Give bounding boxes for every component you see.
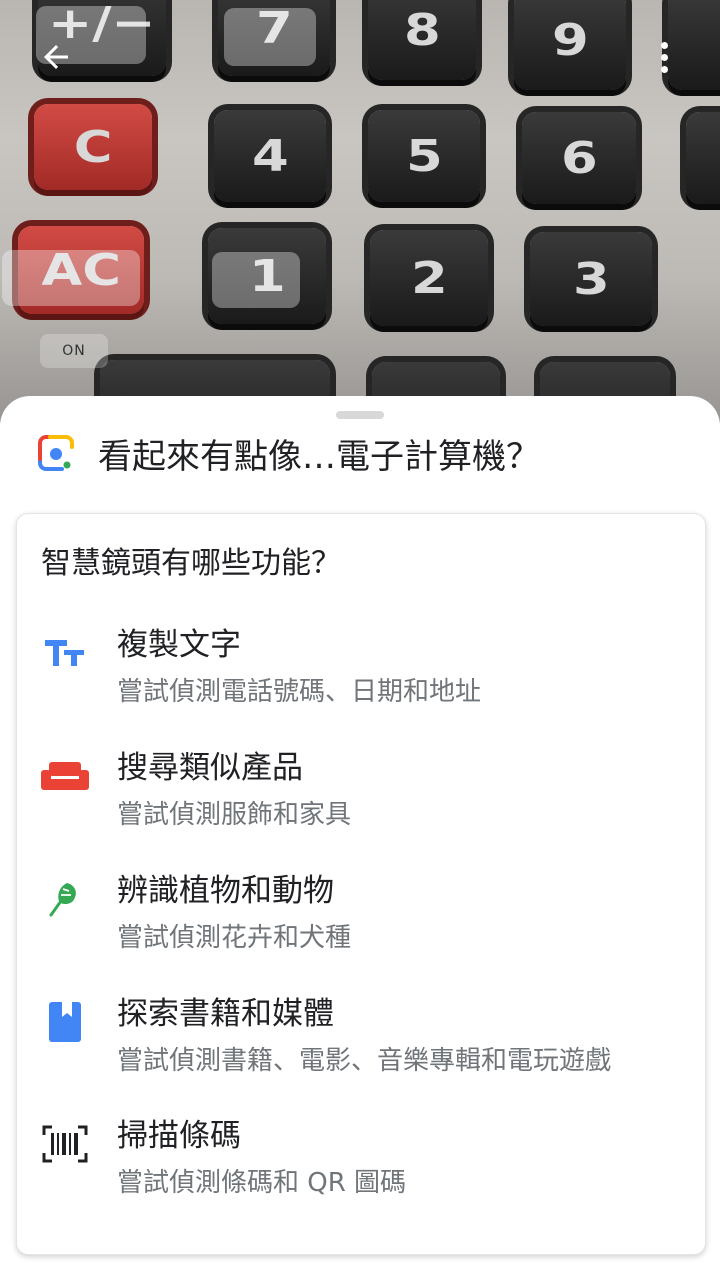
calculator-key: 4 [214, 110, 326, 202]
calculator-key: C [34, 104, 152, 190]
calculator-key: 3 [530, 232, 652, 326]
sheet-header: 看起來有點像…電子計算機？ [36, 432, 700, 477]
feature-title: 搜尋類似產品 [117, 750, 303, 786]
feature-title: 探索書籍和媒體 [117, 996, 334, 1032]
results-sheet[interactable]: 看起來有點像…電子計算機？ 智慧鏡頭有哪些功能？ 複製文字 嘗試偵測電話號碼、日… [0, 396, 720, 1280]
back-button[interactable] [24, 30, 88, 84]
calculator-key: 9 [514, 0, 626, 90]
feature-similar-products[interactable]: 搜尋類似產品 嘗試偵測服飾和家具 [17, 742, 705, 852]
feature-description: 嘗試偵測花卉和犬種 [117, 923, 352, 953]
detection-highlight[interactable] [212, 252, 300, 308]
feature-description: 嘗試偵測條碼和 QR 圖碼 [117, 1168, 407, 1198]
sheet-title: 看起來有點像…電子計算機？ [98, 436, 540, 477]
on-label: ON [40, 334, 108, 368]
detection-highlight[interactable] [2, 250, 140, 306]
calculator-key: 5 [368, 110, 480, 202]
feature-title: 複製文字 [117, 627, 241, 663]
text-icon [41, 629, 89, 677]
feature-description: 嘗試偵測電話號碼、日期和地址 [117, 677, 482, 707]
card-title: 智慧鏡頭有哪些功能？ [41, 546, 341, 581]
feature-scan-barcode[interactable]: 掃描條碼 嘗試偵測條碼和 QR 圖碼 [17, 1110, 705, 1220]
features-card: 智慧鏡頭有哪些功能？ 複製文字 嘗試偵測電話號碼、日期和地址 搜尋類似產品 嘗試… [16, 513, 706, 1255]
camera-viewfinder: +/− 7 8 9 C 4 5 6 AC 1 2 3 ON [0, 0, 720, 460]
feature-copy-text[interactable]: 複製文字 嘗試偵測電話號碼、日期和地址 [17, 619, 705, 729]
feature-description: 嘗試偵測服飾和家具 [117, 800, 352, 830]
drag-handle[interactable] [336, 411, 384, 419]
leaf-icon [41, 875, 89, 923]
feature-title: 辨識植物和動物 [117, 873, 334, 909]
feature-plants-animals[interactable]: 辨識植物和動物 嘗試偵測花卉和犬種 [17, 865, 705, 975]
lens-screen: +/− 7 8 9 C 4 5 6 AC 1 2 3 ON 看起來有點像…電子計… [0, 0, 720, 1280]
more-vert-icon [660, 41, 668, 73]
feature-books-media[interactable]: 探索書籍和媒體 嘗試偵測書籍、電影、音樂專輯和電玩遊戲 [17, 988, 705, 1098]
book-icon [41, 998, 89, 1046]
google-lens-icon [38, 435, 74, 471]
calculator-key: 6 [522, 112, 636, 204]
arrow-back-icon [44, 45, 68, 69]
barcode-icon [41, 1120, 89, 1168]
detection-highlight[interactable] [224, 8, 316, 66]
more-options-button[interactable] [640, 30, 688, 84]
feature-description: 嘗試偵測書籍、電影、音樂專輯和電玩遊戲 [117, 1046, 612, 1076]
calculator-key [686, 112, 720, 204]
calculator-key: 2 [370, 230, 488, 326]
sofa-icon [41, 752, 89, 800]
feature-title: 掃描條碼 [117, 1118, 241, 1154]
calculator-key: 8 [368, 0, 476, 80]
